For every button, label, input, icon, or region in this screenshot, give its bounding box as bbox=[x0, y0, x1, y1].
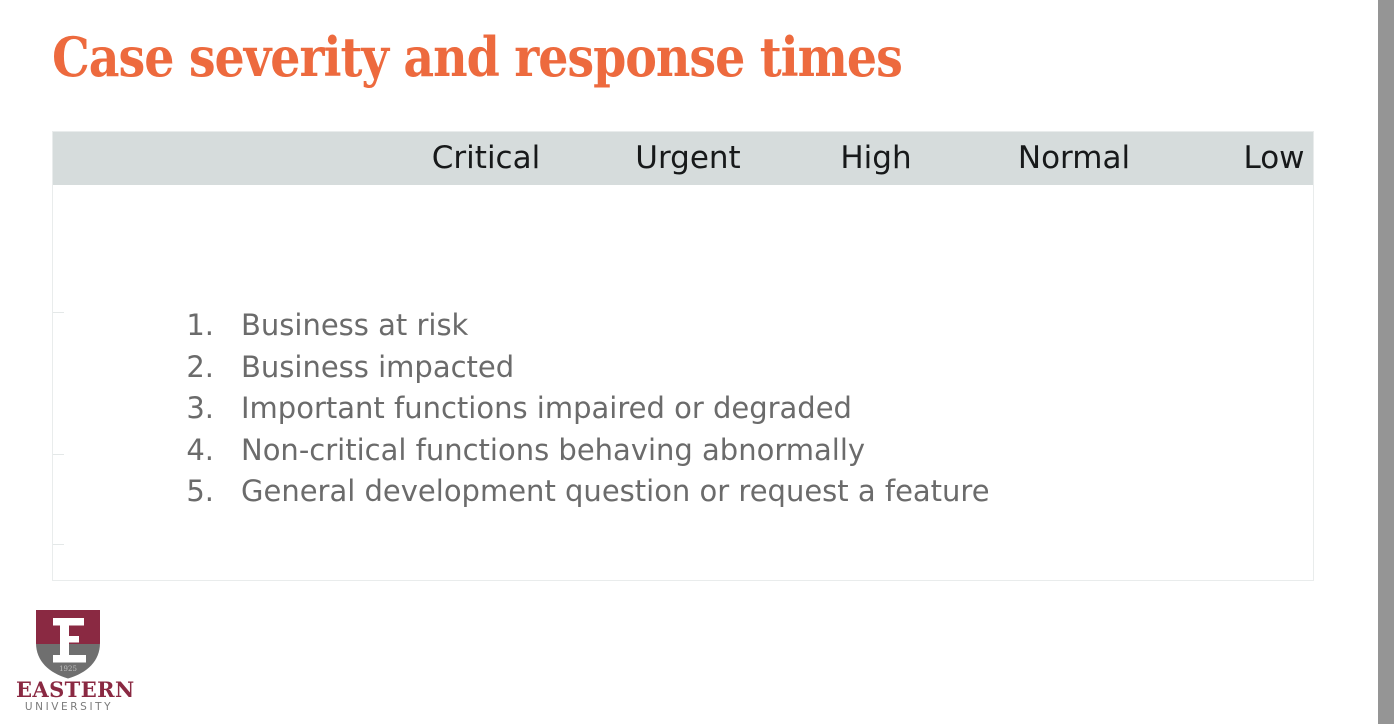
column-header-critical: Critical bbox=[431, 140, 541, 176]
row-separator bbox=[53, 312, 64, 313]
page-title: Case severity and response times bbox=[52, 25, 903, 89]
page-edge-rail bbox=[1378, 0, 1394, 724]
logo-name-secondary: UNIVERSITY bbox=[24, 701, 114, 713]
slide-canvas: Case severity and response times Critica… bbox=[0, 0, 1378, 724]
list-item-number: 3. bbox=[186, 391, 214, 425]
list-item-label: Non-critical functions behaving abnormal… bbox=[241, 432, 866, 467]
list-item-label: General development question or request … bbox=[241, 474, 990, 508]
list-item: 1. Business at risk bbox=[166, 308, 990, 350]
list-item-number: 4. bbox=[186, 432, 214, 467]
table-body: 1. Business at risk 2. Business impacted… bbox=[53, 185, 1313, 580]
list-item-number: 1. bbox=[186, 308, 214, 342]
shield-icon: 1925 bbox=[36, 610, 100, 679]
column-header-low: Low bbox=[1243, 140, 1305, 176]
row-separator bbox=[53, 454, 64, 455]
list-item: 5. General development question or reque… bbox=[166, 474, 990, 516]
column-header-normal: Normal bbox=[1017, 140, 1131, 176]
list-item-label: Business impacted bbox=[241, 349, 515, 384]
logo-name-primary: EASTERN bbox=[16, 677, 135, 702]
list-item-number: 5. bbox=[186, 474, 214, 508]
list-item-label: Important functions impaired or degraded bbox=[241, 391, 852, 425]
list-item: 4. Non-critical functions behaving abnor… bbox=[166, 433, 990, 475]
list-item: 3. Important functions impaired or degra… bbox=[166, 391, 990, 433]
shield-year: 1925 bbox=[59, 665, 77, 673]
column-header-high: High bbox=[840, 140, 912, 176]
row-separator bbox=[53, 544, 64, 545]
eastern-university-logo: 1925 EASTERN UNIVERSITY bbox=[16, 607, 135, 715]
list-item-number: 2. bbox=[186, 349, 214, 384]
list-item-label: Business at risk bbox=[241, 308, 469, 342]
table-header-row: Critical Urgent High Normal Low bbox=[53, 132, 1313, 185]
severity-definition-list: 1. Business at risk 2. Business impacted… bbox=[166, 308, 990, 516]
logo-wordmark: EASTERN UNIVERSITY bbox=[16, 677, 135, 714]
list-item: 2. Business impacted bbox=[166, 350, 990, 392]
severity-response-table: Critical Urgent High Normal Low 1. Busin… bbox=[52, 131, 1314, 581]
